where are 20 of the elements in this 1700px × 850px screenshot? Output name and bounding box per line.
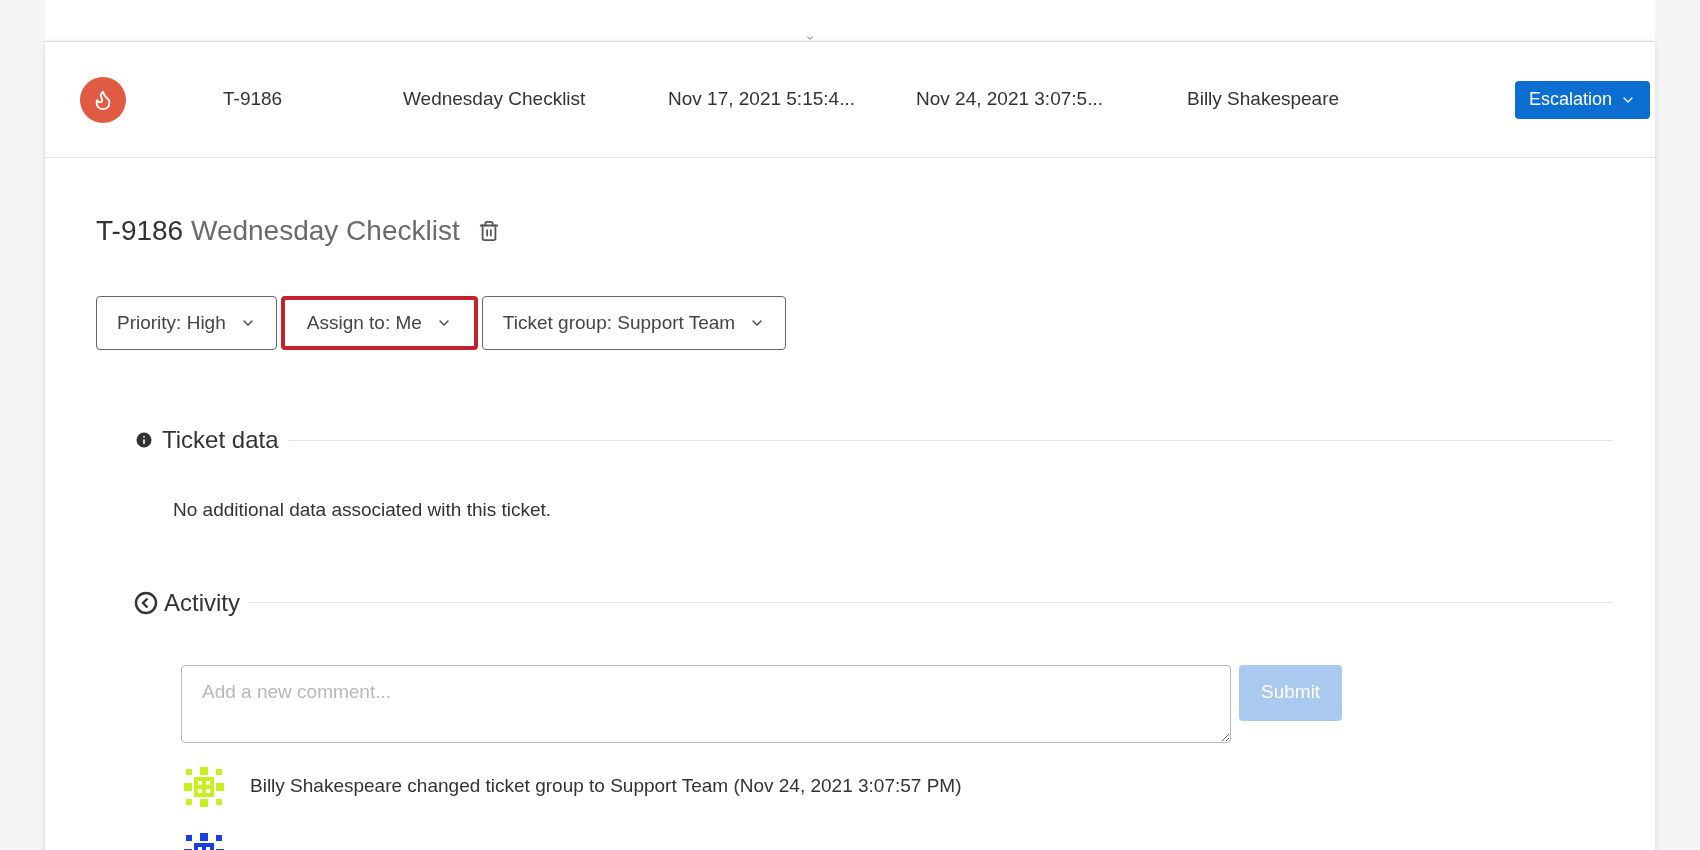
trash-icon[interactable] <box>477 220 500 242</box>
section-heading: Activity <box>164 587 240 618</box>
owner-name: Billy Shakespeare <box>1187 87 1341 112</box>
history-icon <box>134 590 158 615</box>
escalation-dropdown[interactable]: Escalation <box>1514 80 1650 119</box>
comment-field[interactable]: Add a new comment... <box>181 664 1231 743</box>
chevron-icon[interactable] <box>805 33 815 43</box>
section-heading: Ticket data <box>162 425 279 455</box>
created-date: Nov 17, 2021 5:15:4... <box>668 87 856 112</box>
filter-dropdown[interactable]: Assign to: Me <box>280 296 478 350</box>
ticket-id: T-9186 <box>223 87 284 112</box>
flame-icon <box>80 76 126 123</box>
filter-dropdown[interactable]: Ticket group: Support Team <box>481 296 787 350</box>
ticket-title: T-9186 Wednesday Checklist <box>96 214 460 248</box>
info-icon <box>134 430 154 450</box>
updated-date: Nov 24, 2021 3:07:5... <box>916 87 1104 112</box>
ticket-name: Wednesday Checklist <box>403 87 587 112</box>
empty-message: No additional data associated with this ticket. <box>173 498 553 522</box>
activity-entry: Billy Shakespeare changed ticket group to Support Team (Nov 24, 2021 3:07:57 PM) <box>250 774 962 799</box>
filter-dropdown[interactable]: Priority: High <box>96 296 277 350</box>
